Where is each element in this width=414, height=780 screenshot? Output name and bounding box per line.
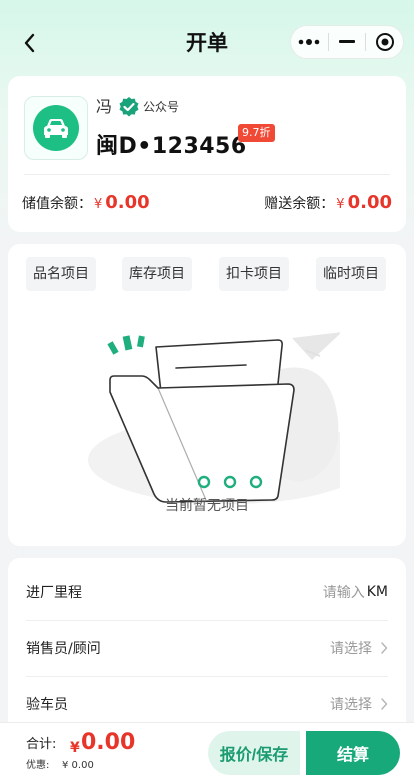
account-tag: 公众号: [143, 100, 180, 114]
target-circle-icon: [375, 33, 394, 51]
customer-name: 冯: [96, 97, 113, 116]
chevron-right-icon: [381, 642, 388, 654]
empty-state-text: 当前暂无项目: [165, 498, 249, 514]
total-currency: ¥: [70, 740, 80, 756]
sales-row[interactable]: 销售员/顾问 请选择: [26, 620, 388, 676]
empty-folder-illustration: [88, 332, 340, 504]
mileage-label: 进厂里程: [26, 585, 82, 601]
inspector-placeholder: 请选择: [330, 697, 372, 713]
stored-balance-label: 储值余额：: [22, 196, 92, 212]
stored-balance-currency: ¥: [94, 197, 103, 212]
stored-balance: 储值余额： ¥ 0.00: [22, 189, 150, 219]
quote-save-button[interactable]: 报价/保存: [208, 731, 300, 775]
inspector-label: 验车员: [26, 697, 68, 713]
tab-stock-items[interactable]: 库存项目: [122, 257, 192, 291]
customer-card: 冯 公众号 闽D•123456 9.7折 储值余额： ¥ 0.00 赠送余额： …: [8, 76, 406, 232]
gift-balance-amount: 0.00: [347, 192, 392, 213]
items-card: 品名项目 库存项目 扣卡项目 临时项目 当前暂无项目: [8, 244, 406, 546]
card-divider: [24, 174, 390, 175]
mileage-row[interactable]: 进厂里程 请输入 KM: [26, 564, 388, 620]
more-button[interactable]: [291, 26, 328, 58]
chevron-left-icon: [24, 33, 35, 53]
tab-card-items[interactable]: 扣卡项目: [219, 257, 289, 291]
sales-label: 销售员/顾问: [26, 641, 101, 657]
chevron-right-icon: [381, 698, 388, 710]
item-tabs: 品名项目 库存项目 扣卡项目 临时项目: [8, 257, 406, 291]
discount-label: 优惠:: [26, 760, 50, 771]
gift-balance-label: 赠送余额：: [264, 196, 335, 212]
sales-placeholder: 请选择: [330, 641, 372, 657]
sales-select[interactable]: 请选择: [330, 638, 388, 658]
total-amount: 0.00: [81, 730, 136, 755]
verified-badge-icon: [119, 97, 139, 117]
mileage-unit: KM: [366, 584, 388, 600]
back-button[interactable]: [14, 28, 44, 58]
more-dots-icon: [299, 39, 320, 45]
discount-amount: ¥ 0.00: [62, 760, 94, 771]
inspector-select[interactable]: 请选择: [330, 694, 388, 714]
nav-bar: 开单: [0, 0, 414, 84]
order-form-card: 进厂里程 请输入 KM 销售员/顾问 请选择 验车员 请选择: [8, 558, 406, 738]
tab-temp-items[interactable]: 临时项目: [316, 257, 386, 291]
car-avatar: [24, 96, 88, 160]
stored-balance-amount: 0.00: [105, 192, 150, 213]
tab-product-items[interactable]: 品名项目: [26, 257, 96, 291]
mileage-input[interactable]: 请输入 KM: [323, 582, 388, 602]
minus-icon: [339, 40, 355, 43]
close-button[interactable]: [366, 26, 403, 58]
checkout-bar: 合计: ¥ 0.00 优惠: ¥ 0.00 报价/保存 结算: [0, 722, 414, 780]
car-icon: [44, 119, 68, 138]
total-label: 合计:: [26, 737, 57, 752]
checkout-button[interactable]: 结算: [306, 731, 400, 775]
gift-balance-currency: ¥: [336, 197, 345, 212]
mini-program-capsule: [290, 25, 404, 59]
discount-badge: 9.7折: [238, 124, 275, 142]
license-plate: 闽D•123456: [96, 134, 247, 159]
minimize-button[interactable]: [329, 26, 366, 58]
gift-balance: 赠送余额： ¥ 0.00: [264, 189, 392, 219]
car-avatar-circle: [33, 105, 79, 151]
mileage-placeholder: 请输入: [322, 585, 365, 601]
